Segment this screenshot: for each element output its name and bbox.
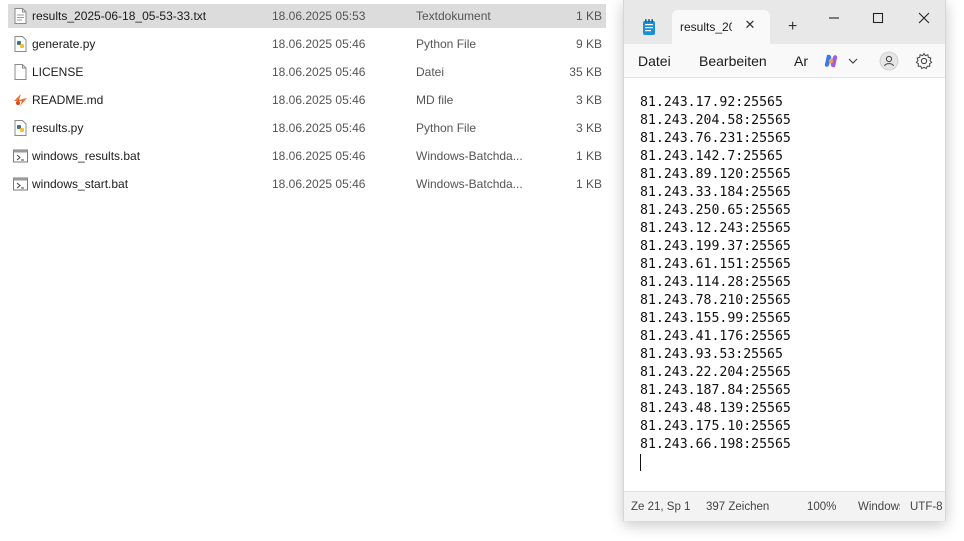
- file-type: Windows-Batchda...: [416, 177, 523, 191]
- text-line: 81.243.187.84:25565: [640, 383, 791, 398]
- markdown-file-icon: [13, 92, 28, 108]
- file-row[interactable]: results_2025-06-18_05-53-33.txt 18.06.202…: [8, 4, 606, 28]
- title-bar[interactable]: results_2025-06-18_05-53-33.txt ✕ +: [624, 0, 945, 44]
- file-row[interactable]: windows_start.bat 18.06.2025 05:46 Windows…: [8, 172, 606, 196]
- file-row[interactable]: windows_results.bat 18.06.2025 05:46 Windo…: [8, 144, 606, 168]
- file-name: LICENSE: [32, 65, 84, 79]
- text-line: 81.243.17.92:25565: [640, 95, 783, 110]
- file-date: 18.06.2025 05:46: [272, 37, 366, 51]
- file-name: results_2025-06-18_05-53-33.txt: [32, 9, 207, 23]
- file-name: windows_results.bat: [32, 149, 141, 163]
- close-window-icon[interactable]: [912, 8, 936, 28]
- text-line: 81.243.41.176:25565: [640, 329, 791, 344]
- text-line: 81.243.78.210:25565: [640, 293, 791, 308]
- file-size: 3 KB: [575, 121, 602, 135]
- minimize-icon[interactable]: [822, 8, 846, 28]
- file-explorer-list: results_2025-06-18_05-53-33.txt 18.06.202…: [0, 0, 622, 541]
- file-size: 1 KB: [575, 149, 602, 163]
- file-type: Python File: [416, 121, 477, 135]
- font-button[interactable]: Ar: [794, 53, 808, 69]
- file-date: 18.06.2025 05:46: [272, 65, 366, 79]
- zoom-level[interactable]: 100%: [807, 501, 836, 514]
- account-icon[interactable]: [879, 51, 899, 71]
- text-line: 81.243.175.10:25565: [640, 419, 791, 434]
- text-line: 81.243.22.204:25565: [640, 365, 791, 380]
- text-line: 81.243.114.28:25565: [640, 275, 791, 290]
- text-line: 81.243.66.198:25565: [640, 437, 791, 452]
- file-type: Windows-Batchda...: [416, 149, 523, 163]
- menu-edit[interactable]: Bearbeiten: [699, 53, 767, 69]
- file-name: windows_start.bat: [32, 177, 129, 191]
- file-type: Datei: [416, 65, 445, 79]
- file-type: Textdokument: [416, 9, 491, 23]
- notepad-window: results_2025-06-18_05-53-33.txt ✕ + Date…: [623, 0, 946, 521]
- line-ending[interactable]: Windows (CRLF): [858, 501, 900, 514]
- notepad-app-icon: [643, 19, 655, 35]
- text-editor-area[interactable]: 81.243.17.92:25565 81.243.204.58:25565 81.…: [624, 78, 945, 491]
- text-line: 81.243.93.53:25565: [640, 347, 783, 362]
- text-line: 81.243.204.58:25565: [640, 113, 791, 128]
- file-size: 9 KB: [575, 37, 602, 51]
- tab-title: results_2025-06-18_05-53-33.txt: [680, 20, 732, 34]
- encoding[interactable]: UTF-8: [910, 501, 944, 514]
- file-row[interactable]: LICENSE 18.06.2025 05:46 Datei 35 KB: [8, 60, 606, 84]
- text-line: 81.243.250.65:25565: [640, 203, 791, 218]
- file-date: 18.06.2025 05:53: [272, 9, 366, 23]
- python-file-icon: [13, 36, 28, 52]
- batch-file-icon: [13, 176, 28, 192]
- menu-bar: Datei Bearbeiten Ar: [624, 44, 945, 78]
- text-line: 81.243.155.99:25565: [640, 311, 791, 326]
- text-line: 81.243.199.37:25565: [640, 239, 791, 254]
- text-line: 81.243.48.139:25565: [640, 401, 791, 416]
- file-type: Python File: [416, 37, 477, 51]
- text-line: 81.243.76.231:25565: [640, 131, 791, 146]
- file-name: README.md: [32, 93, 104, 107]
- text-caret: [640, 454, 641, 471]
- text-line: 81.243.89.120:25565: [640, 167, 791, 182]
- status-bar: Ze 21, Sp 1 397 Zeichen 100% Windows (CR…: [624, 491, 945, 521]
- new-tab-button[interactable]: +: [788, 18, 797, 36]
- file-row[interactable]: generate.py 18.06.2025 05:46 Python File 9 …: [8, 32, 606, 56]
- blank-file-icon: [13, 64, 28, 80]
- maximize-icon[interactable]: [866, 8, 890, 28]
- file-date: 18.06.2025 05:46: [272, 177, 366, 191]
- tab-results-file[interactable]: results_2025-06-18_05-53-33.txt ✕: [672, 10, 770, 44]
- file-type: MD file: [416, 93, 454, 107]
- close-tab-icon[interactable]: ✕: [742, 17, 758, 33]
- text-line: 81.243.33.184:25565: [640, 185, 791, 200]
- settings-gear-icon[interactable]: [915, 52, 933, 70]
- file-size: 1 KB: [575, 177, 602, 191]
- character-count: 397 Zeichen: [706, 501, 770, 513]
- copilot-icon[interactable]: [823, 53, 839, 69]
- file-size: 1 KB: [575, 9, 602, 23]
- text-line: 81.243.61.151:25565: [640, 257, 791, 272]
- file-name: results.py: [32, 121, 84, 135]
- python-file-icon: [13, 120, 28, 136]
- file-date: 18.06.2025 05:46: [272, 121, 366, 135]
- text-line: 81.243.12.243:25565: [640, 221, 791, 236]
- file-size: 3 KB: [575, 93, 602, 107]
- file-date: 18.06.2025 05:46: [272, 149, 366, 163]
- text-line: 81.243.142.7:25565: [640, 149, 783, 164]
- batch-file-icon: [13, 148, 28, 164]
- file-row[interactable]: README.md 18.06.2025 05:46 MD file 3 KB: [8, 88, 606, 112]
- cursor-position: Ze 21, Sp 1: [631, 501, 691, 513]
- file-name: generate.py: [32, 37, 96, 51]
- chevron-down-icon[interactable]: [847, 55, 859, 67]
- file-date: 18.06.2025 05:46: [272, 93, 366, 107]
- file-size: 35 KB: [569, 65, 602, 79]
- file-row[interactable]: results.py 18.06.2025 05:46 Python File 3 K…: [8, 116, 606, 140]
- text-file-icon: [13, 8, 28, 24]
- menu-file[interactable]: Datei: [638, 53, 671, 69]
